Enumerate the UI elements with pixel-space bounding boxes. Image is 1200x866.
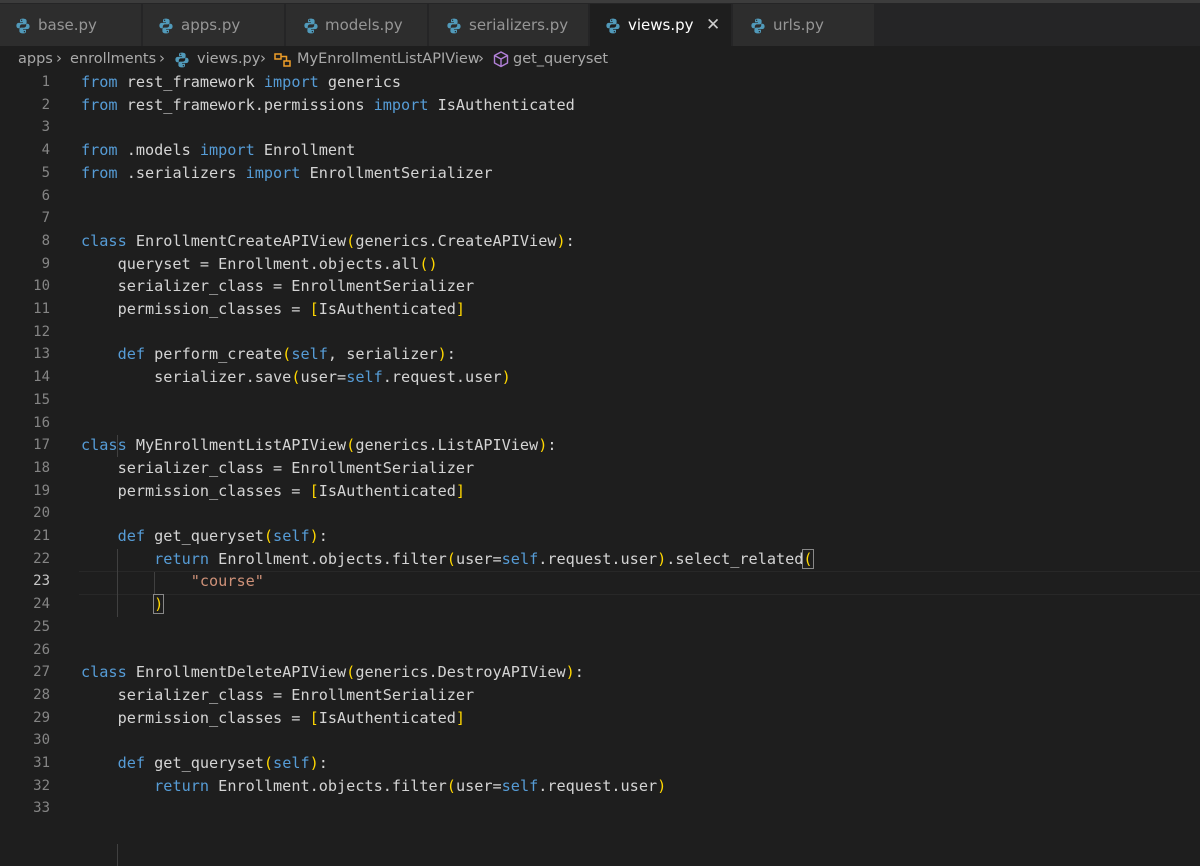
breadcrumb-file[interactable]: views.py bbox=[197, 51, 260, 67]
code-line[interactable]: permission_classes = [IsAuthenticated] bbox=[81, 707, 466, 730]
indent-guide bbox=[117, 844, 118, 866]
tab-label: base.py bbox=[38, 16, 97, 34]
class-symbol-icon bbox=[274, 53, 291, 67]
code-line[interactable]: def get_queryset(self): bbox=[81, 525, 328, 548]
code-line[interactable]: from rest_framework.permissions import I… bbox=[81, 94, 575, 117]
line-number: 13 bbox=[33, 346, 50, 363]
python-file-icon bbox=[606, 18, 620, 34]
line-number: 8 bbox=[41, 232, 50, 249]
code-line[interactable]: serializer_class = EnrollmentSerializer bbox=[81, 275, 475, 298]
line-number: 19 bbox=[33, 482, 50, 499]
line-number: 20 bbox=[33, 505, 50, 522]
python-file-icon bbox=[159, 18, 173, 34]
line-number: 23 bbox=[33, 573, 50, 590]
breadcrumb-folder-apps[interactable]: apps bbox=[18, 51, 53, 67]
code-line[interactable]: class MyEnrollmentListAPIView(generics.L… bbox=[81, 434, 557, 457]
python-file-icon bbox=[447, 18, 461, 34]
code-line[interactable]: permission_classes = [IsAuthenticated] bbox=[81, 480, 466, 503]
line-number: 12 bbox=[33, 323, 50, 340]
line-number: 7 bbox=[41, 210, 50, 227]
chevron-right-icon: › bbox=[56, 49, 62, 67]
line-number: 1 bbox=[41, 74, 50, 90]
breadcrumb-folder-enrollments[interactable]: enrollments bbox=[70, 51, 156, 67]
tab-label: views.py bbox=[628, 16, 694, 34]
tab-label: apps.py bbox=[181, 16, 241, 34]
line-number: 11 bbox=[33, 301, 50, 317]
chevron-right-icon: › bbox=[478, 49, 484, 67]
line-number: 5 bbox=[41, 164, 50, 181]
tab-apps-py[interactable]: apps.py bbox=[143, 4, 285, 46]
python-file-icon bbox=[16, 18, 30, 34]
line-number: 15 bbox=[33, 391, 50, 408]
python-file-icon bbox=[751, 18, 765, 34]
line-number: 21 bbox=[33, 528, 50, 544]
code-line[interactable]: return Enrollment.objects.filter(user=se… bbox=[81, 548, 814, 571]
line-number: 32 bbox=[33, 777, 50, 794]
code-line[interactable]: from rest_framework import generics bbox=[81, 71, 401, 94]
line-number: 17 bbox=[33, 437, 50, 454]
tab-bar: base.py apps.py models.py serializers.py… bbox=[0, 0, 1200, 46]
code-line[interactable]: def perform_create(self, serializer): bbox=[81, 343, 456, 366]
line-number: 27 bbox=[33, 664, 50, 681]
line-number: 3 bbox=[41, 119, 50, 136]
code-line[interactable]: from .models import Enrollment bbox=[81, 139, 355, 162]
line-number: 4 bbox=[41, 142, 50, 159]
breadcrumb-method[interactable]: get_queryset bbox=[513, 51, 608, 67]
line-number: 30 bbox=[33, 732, 50, 749]
line-number: 29 bbox=[33, 709, 50, 726]
tab-base-py[interactable]: base.py bbox=[0, 4, 142, 46]
breadcrumb: apps › enrollments › views.py › MyEnroll… bbox=[0, 46, 1200, 72]
python-file-icon bbox=[175, 52, 189, 68]
tab-label: serializers.py bbox=[469, 16, 569, 34]
line-number: 10 bbox=[33, 278, 50, 295]
code-line[interactable]: def get_queryset(self): bbox=[81, 752, 328, 775]
code-editor[interactable]: 1 2 3 4 5 6 7 8 9 10 11 12 13 14 15 16 17 18 19 20 21 22 23 24 2… bbox=[0, 71, 1200, 866]
code-line[interactable]: return Enrollment.objects.filter(user=se… bbox=[81, 775, 666, 798]
breadcrumb-class[interactable]: MyEnrollmentListAPIView bbox=[297, 51, 480, 67]
tab-models-py[interactable]: models.py bbox=[286, 4, 428, 46]
python-file-icon bbox=[304, 18, 318, 34]
code-line[interactable]: queryset = Enrollment.objects.all() bbox=[81, 253, 438, 276]
code-line[interactable]: class EnrollmentDeleteAPIView(generics.D… bbox=[81, 661, 584, 684]
line-number: 24 bbox=[33, 596, 50, 613]
line-number: 22 bbox=[33, 550, 50, 567]
code-line[interactable]: ) bbox=[81, 593, 165, 616]
tab-label: models.py bbox=[325, 16, 403, 34]
code-line[interactable]: serializer_class = EnrollmentSerializer bbox=[81, 457, 475, 480]
close-icon[interactable]: ✕ bbox=[706, 15, 720, 35]
method-cube-icon bbox=[493, 51, 509, 68]
code-line[interactable]: serializer_class = EnrollmentSerializer bbox=[81, 684, 475, 707]
tab-urls-py[interactable]: urls.py bbox=[733, 4, 875, 46]
line-number: 33 bbox=[33, 800, 50, 817]
tab-serializers-py[interactable]: serializers.py bbox=[429, 4, 589, 46]
chevron-right-icon: › bbox=[159, 49, 165, 67]
title-bar-edge bbox=[0, 0, 1200, 3]
line-number: 2 bbox=[41, 96, 50, 113]
code-line[interactable]: class EnrollmentCreateAPIView(generics.C… bbox=[81, 230, 575, 253]
code-line[interactable]: permission_classes = [IsAuthenticated] bbox=[81, 298, 466, 321]
line-number: 28 bbox=[33, 686, 50, 703]
chevron-right-icon: › bbox=[260, 49, 266, 67]
line-number: 25 bbox=[33, 618, 50, 635]
code-line[interactable]: serializer.save(user=self.request.user) bbox=[81, 366, 511, 389]
line-number: 16 bbox=[33, 414, 50, 431]
code-line[interactable]: from .serializers import EnrollmentSeria… bbox=[81, 162, 493, 185]
tab-views-py[interactable]: views.py ✕ bbox=[590, 4, 732, 46]
line-number: 14 bbox=[33, 369, 50, 386]
line-number: 6 bbox=[41, 187, 50, 204]
line-number: 31 bbox=[33, 755, 50, 771]
line-number: 18 bbox=[33, 459, 50, 476]
line-number: 9 bbox=[41, 255, 50, 272]
code-line[interactable]: "course" bbox=[81, 570, 264, 593]
line-number: 26 bbox=[33, 641, 50, 658]
tab-label: urls.py bbox=[773, 16, 824, 34]
